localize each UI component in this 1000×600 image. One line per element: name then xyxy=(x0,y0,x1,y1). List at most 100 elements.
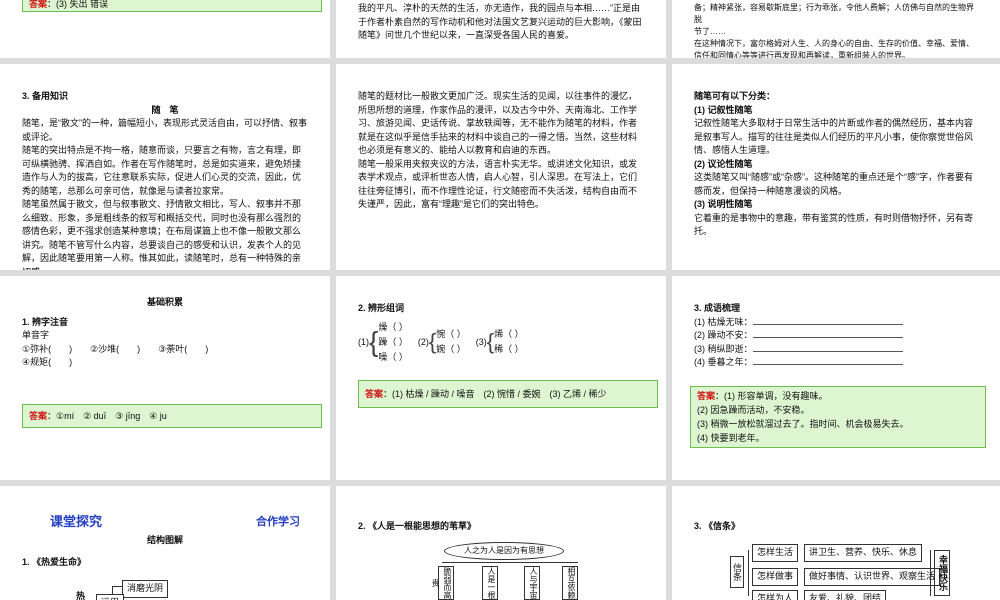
idiom-item: (1) 枯燥无味： xyxy=(694,316,978,330)
arrow-box: 脆弱而高贵 xyxy=(431,566,454,600)
char-group: 烯（ ） 稀（ ） xyxy=(494,327,524,358)
idiom-label: (4) 垂暮之年： xyxy=(694,357,753,367)
char-item: 烯（ ） xyxy=(494,329,524,340)
char-item: 惋（ ） xyxy=(436,329,466,340)
section-heading: 2. 《人是一根能思想的苇草》 xyxy=(358,521,477,531)
answer-label: 答案 xyxy=(697,391,716,401)
section-heading: 2. 辨形组词 xyxy=(358,303,405,313)
top-ellipse: 人之为人是因为有思想 xyxy=(444,542,564,560)
text-line: 节了…… xyxy=(694,27,726,36)
char-group: 燥（ ） 躁（ ） 噪（ ） xyxy=(378,320,408,366)
section-heading: 基础积累 xyxy=(146,297,183,307)
slide-1: 答案：(3) 失出 错误 xyxy=(0,0,330,58)
slide-3: 备；精神紧张，容易歇斯底里；行为乖张，令他人费解；人仿佛与自然的生物界脱 节了…… xyxy=(672,0,1000,58)
char-groups: (1) { 燥（ ） 躁（ ） 噪（ ） (2) { 惋（ ） 婉（ ） (3)… xyxy=(358,320,644,366)
slide-11: 2. 《人是一根能思想的苇草》 人之为人是因为有思想 脆弱而高贵 人是一根 人与… xyxy=(336,486,666,600)
item-title: (2) 议论性随笔 xyxy=(694,158,753,169)
answer-text: ：(3) 失出 错误 xyxy=(47,0,109,9)
char-item: 躁（ ） xyxy=(378,336,408,347)
answer-text: ：①mí ② duī ③ jīnɡ ④ ju xyxy=(47,411,167,421)
group-number: (2) xyxy=(417,336,429,347)
question-row: ④规矩( ) xyxy=(22,357,73,367)
fill-line xyxy=(752,343,903,352)
idiom-label: (2) 躁动不安： xyxy=(694,330,753,340)
bracket-icon: { xyxy=(486,329,495,355)
section-heading: 3. 《信条》 xyxy=(694,521,741,531)
fill-line xyxy=(752,316,903,325)
question-row: ①弥补( ) ②沙堆( ) ③荼叶( ) xyxy=(22,343,209,354)
text-line: 在这种情况下，富尔格姆对人生、人的身心的自由、生存的价值、幸福、爱情、 xyxy=(694,39,974,48)
arrow-box: 相互依赖 xyxy=(562,566,578,600)
answer-text: (4) 快要到老年。 xyxy=(697,432,765,443)
idiom-label: (1) 枯燥无味： xyxy=(694,316,753,327)
slide-5: 随笔的题材比一般散文更加广泛。现实生活的见闻，以往事件的漫忆，所思所想的道理，作… xyxy=(336,64,666,270)
slide-2: 我的平凡、淳朴的天然的生活，亦无造作，我的园点与本相……”正是由 于作者朴素自然… xyxy=(336,0,666,58)
slide-7: 基础积累 1. 辨字注音 单音字 ①弥补( ) ②沙堆( ) ③荼叶( ) ④规… xyxy=(0,276,330,480)
char-item: 燥（ ） xyxy=(378,321,408,332)
section-subheading: 1. 辨字注音 xyxy=(22,316,69,327)
bracket-icon: { xyxy=(428,329,437,355)
slide-8: 2. 辨形组词 (1) { 燥（ ） 躁（ ） 噪（ ） (2) { 惋（ ） … xyxy=(336,276,666,480)
row-key: 怎样为人 xyxy=(752,590,799,600)
fill-line xyxy=(752,356,903,365)
paragraph: 随笔的突出特点是不拘一格，随意而谈，只要言之有物，言之有理，即可纵横驰骋、挥洒自… xyxy=(22,145,302,196)
slide-6: 随笔可有以下分类： (1) 记叙性随笔 记叙性随笔大多取材于日常生活中的片断或作… xyxy=(672,64,1000,270)
label: 单音字 xyxy=(22,330,50,340)
idiom-label: (3) 稍纵即逝： xyxy=(694,343,753,354)
section-heading: 3. 成语梳理 xyxy=(694,303,741,313)
mind-node: 消磨光阴 xyxy=(122,580,169,598)
arrow-box: 人与宇宙 xyxy=(524,566,540,600)
mind-node: 热 xyxy=(76,591,86,600)
item-text: 这类随笔又叫“随感”或“杂感”。这种随笔的重点还是个“感”字，作者要有感而发，但… xyxy=(694,172,973,196)
answer-text: (2) 因急躁而活动，不安稳。 xyxy=(697,404,810,415)
answer-text: (3) 稍微一放松就溜过去了。指时间、机会极易失去。 xyxy=(697,418,909,429)
answer-box: 答案：(3) 失出 错误 xyxy=(22,0,322,12)
group-number: (3) xyxy=(475,336,487,347)
left-node: 信条 xyxy=(730,556,744,588)
char-group: 惋（ ） 婉（ ） xyxy=(436,327,466,358)
text-line: 我的平凡、淳朴的天然的生活，亦无造作，我的园点与本相……”正是由 xyxy=(358,3,640,13)
row-key: 怎样生活 xyxy=(752,544,799,562)
text-line: 信任和同情心等等进行再发现和再解读，重新组装人的世界。 xyxy=(694,51,910,58)
answer-label: 答案 xyxy=(29,411,48,421)
idiom-item: (4) 垂暮之年： xyxy=(694,356,978,370)
answer-box: 答案：(1) 形容单调，没有趣味。 (2) 因急躁而活动，不安稳。 (3) 稍微… xyxy=(690,386,986,448)
slide-4: 3. 备用知识 随 笔 随笔，是“散文”的一种，篇幅短小，表现形式灵活自由，可以… xyxy=(0,64,330,270)
item-text: 记叙性随笔大多取材于日常生活中的片断或作者的偶然经历，基本内容是叙事写人。描写的… xyxy=(694,118,974,155)
item-text: 它着重的是事物中的意趣，带有鉴赏的性质，有时则借物抒怀，另有寄托。 xyxy=(694,212,974,237)
paragraph: 随笔虽然属于散文，但与叙事散文、抒情散文相比，写人、叙事并不那么细致、形象，多是… xyxy=(22,199,302,270)
section-heading: 3. 备用知识 xyxy=(22,91,69,101)
section-tag: 合作学习 xyxy=(256,516,300,528)
paragraph: 随笔，是“散文”的一种，篇幅短小，表现形式灵活自由，可以抒情、叙事或评论。 xyxy=(22,118,307,142)
text-line: 备；精神紧张，容易歇斯底里；行为乖张，令他人费解；人仿佛与自然的生物界脱 xyxy=(694,3,974,24)
section-subheading: 结构图解 xyxy=(146,535,183,545)
answer-label: 答案 xyxy=(29,0,48,9)
text-line: 随笔》问世几个世纪以来，一直深受各国人民的喜爱。 xyxy=(358,30,575,40)
row-value: 友爱、礼貌、团结 xyxy=(804,590,887,600)
answer-box: 答案：(1) 枯燥 / 躁动 / 噪音 (2) 惋惜 / 委婉 (3) 乙烯 /… xyxy=(358,380,658,408)
slide-9: 3. 成语梳理 (1) 枯燥无味： (2) 躁动不安： (3) 稍纵即逝： (4… xyxy=(672,276,1000,480)
slide-12: 3. 《信条》 信条 怎样生活 讲卫生、营养、快乐、休息 怎样做事 做好事情、认… xyxy=(672,486,1000,600)
bracket-icon: { xyxy=(369,326,379,358)
char-item: 稀（ ） xyxy=(494,344,524,355)
item-title: (1) 记叙性随笔 xyxy=(694,104,753,115)
connector-line xyxy=(112,586,122,587)
idiom-item: (2) 躁动不安： xyxy=(694,329,978,343)
connector-line xyxy=(930,550,931,596)
char-item: 婉（ ） xyxy=(436,344,466,355)
row-value: 做好事情、认识世界、观察生活 xyxy=(804,568,941,586)
text-line: 于作者朴素自然的写作动机和他对法国文艺复兴运动的巨大影响，《蒙田 xyxy=(358,16,642,27)
right-node: 幸福快乐 xyxy=(934,550,950,596)
answer-box: 答案：①mí ② duī ③ jīnɡ ④ ju xyxy=(22,404,322,428)
paragraph: 随笔一般采用夹叙夹议的方法，语言朴实无华。或讲述文化知识，或发表学术观点，或评析… xyxy=(358,158,638,210)
section-heading: 随笔可有以下分类： xyxy=(694,91,776,101)
arrow-box: 人是一根 xyxy=(482,566,498,600)
slide-10: 课堂探究 合作学习 结构图解 1. 《热爱生命》 消磨光阴 热 运用 xyxy=(0,486,330,600)
answer-text: ：(1) 形容单调，没有趣味。 xyxy=(715,391,828,401)
fill-line xyxy=(752,329,903,338)
answer-text: ：(1) 枯燥 / 躁动 / 噪音 (2) 惋惜 / 委婉 (3) 乙烯 / 稀… xyxy=(383,389,607,399)
item-title: (3) 说明性随笔 xyxy=(694,199,753,209)
item-title: 1. 《热爱生命》 xyxy=(22,557,87,567)
mind-node: 运用 xyxy=(96,594,125,600)
answer-label: 答案 xyxy=(365,389,384,399)
